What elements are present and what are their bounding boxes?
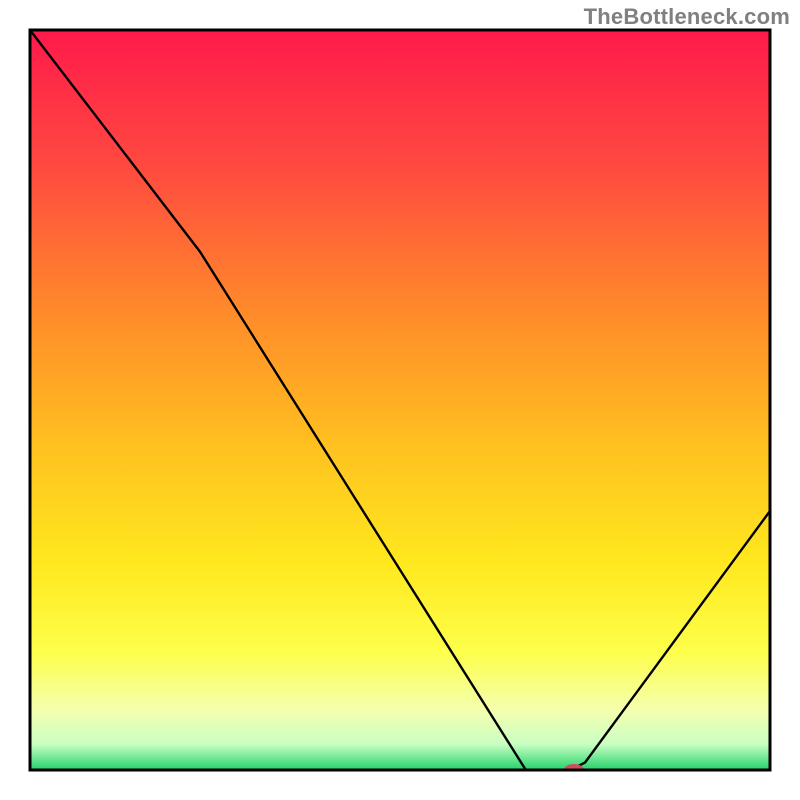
watermark-text: TheBottleneck.com bbox=[584, 4, 790, 30]
bottleneck-chart bbox=[0, 0, 800, 800]
plot-background bbox=[30, 30, 770, 770]
